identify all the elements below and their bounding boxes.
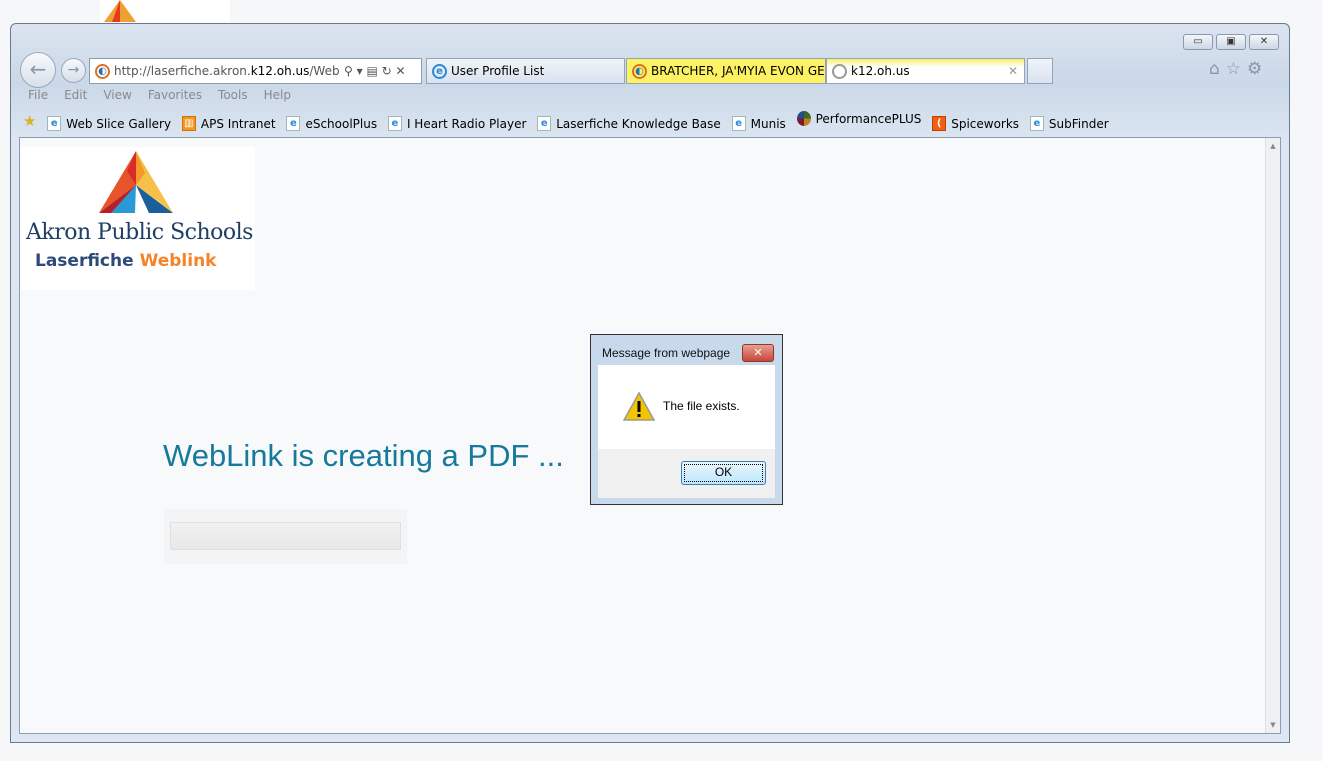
close-tab-icon[interactable]: ✕ xyxy=(1008,59,1018,83)
tab-user-profile-list[interactable]: e User Profile List xyxy=(426,58,625,84)
ie-page-icon: e xyxy=(537,116,552,131)
ie-page-icon: e xyxy=(47,116,62,131)
logo-fragment-icon xyxy=(104,0,136,22)
aps-icon: ▥ xyxy=(181,116,196,131)
scroll-up-icon[interactable]: ▲ xyxy=(1266,142,1280,150)
tab-k12[interactable]: k12.oh.us ✕ xyxy=(826,58,1025,84)
performanceplus-icon xyxy=(796,111,811,126)
fav-munis[interactable]: e Munis xyxy=(731,116,786,131)
fav-eschoolplus[interactable]: e eSchoolPlus xyxy=(286,116,377,131)
tab-bratcher[interactable]: ◐ BRATCHER, JA'MYIA EVON GE... xyxy=(626,58,826,84)
fav-subfinder[interactable]: e SubFinder xyxy=(1029,116,1109,131)
akron-logo: Akron Public Schools Laserfiche Weblink xyxy=(21,147,255,290)
fav-spiceworks[interactable]: (Spiceworks xyxy=(932,116,1019,131)
close-window-button[interactable]: ✕ xyxy=(1249,34,1279,50)
fav-aps-intranet[interactable]: ▥ APS Intranet xyxy=(181,116,276,131)
site-icon: ◐ xyxy=(95,64,110,79)
menu-tools[interactable]: Tools xyxy=(218,88,248,102)
background-window xyxy=(100,0,230,22)
home-icon[interactable]: ⌂ xyxy=(1209,59,1226,79)
favorites-bar: ★ e Web Slice Gallery ▥ APS Intranet e eSch… xyxy=(23,111,1116,131)
menu-favorites[interactable]: Favorites xyxy=(148,88,202,102)
dialog-close-button[interactable]: ✕ xyxy=(742,344,774,362)
warning-icon xyxy=(623,392,655,421)
fav-iheartradio[interactable]: eI Heart Radio Player xyxy=(387,116,526,131)
site-icon: ◐ xyxy=(632,64,647,79)
minimize-button[interactable]: ▭ xyxy=(1183,34,1213,50)
loading-icon xyxy=(832,64,847,79)
menu-help[interactable]: Help xyxy=(264,88,291,102)
dropdown-icon[interactable]: ▾ xyxy=(357,64,363,78)
forward-button[interactable]: → xyxy=(61,58,86,83)
dialog-footer: OK xyxy=(598,449,775,498)
menu-file[interactable]: File xyxy=(28,88,48,102)
gear-icon[interactable]: ⚙ xyxy=(1247,59,1268,79)
fav-performanceplus[interactable]: PerformancePLUS xyxy=(796,111,921,126)
add-favorites-icon[interactable]: ★ xyxy=(23,112,36,130)
ok-button[interactable]: OK xyxy=(681,461,766,485)
ie-page-icon: e xyxy=(1029,116,1044,131)
progress-container xyxy=(164,509,407,564)
dialog-message: The file exists. xyxy=(663,399,740,413)
ie-icon: e xyxy=(432,64,447,79)
menu-view[interactable]: View xyxy=(103,88,131,102)
stop-icon[interactable]: ✕ xyxy=(396,64,406,78)
fav-laserfiche-kb[interactable]: e Laserfiche Knowledge Base xyxy=(537,116,721,131)
status-heading: WebLink is creating a PDF ... xyxy=(163,438,564,473)
triangle-logo-icon xyxy=(99,151,173,213)
fav-web-slice-gallery[interactable]: e Web Slice Gallery xyxy=(47,116,171,131)
scroll-down-icon[interactable]: ▼ xyxy=(1266,721,1280,729)
search-icon[interactable]: ⚲ xyxy=(344,64,353,78)
ie-page-icon: e xyxy=(387,116,402,131)
maximize-button[interactable]: ▣ xyxy=(1216,34,1246,50)
new-tab-button[interactable] xyxy=(1027,58,1053,84)
address-bar[interactable]: ◐ http://laserfiche.akron.k12.oh.us/WebL… xyxy=(89,58,422,84)
back-button[interactable]: ← xyxy=(20,52,56,88)
dialog-body: The file exists. xyxy=(598,365,775,449)
menu-bar: File Edit View Favorites Tools Help xyxy=(28,88,307,102)
favorites-star-icon[interactable]: ☆ xyxy=(1226,59,1247,79)
progress-bar xyxy=(170,522,401,550)
compat-view-icon[interactable]: ▤ xyxy=(366,64,377,78)
refresh-icon[interactable]: ↻ xyxy=(382,64,392,78)
vertical-scrollbar[interactable]: ▲ ▼ xyxy=(1265,138,1280,733)
dialog-title: Message from webpage xyxy=(602,346,731,360)
ie-page-icon: e xyxy=(731,116,746,131)
ie-page-icon: e xyxy=(286,116,301,131)
menu-edit[interactable]: Edit xyxy=(64,88,87,102)
spiceworks-icon: ( xyxy=(932,116,947,131)
alert-dialog: Message from webpage ✕ The file exists. … xyxy=(590,334,783,505)
